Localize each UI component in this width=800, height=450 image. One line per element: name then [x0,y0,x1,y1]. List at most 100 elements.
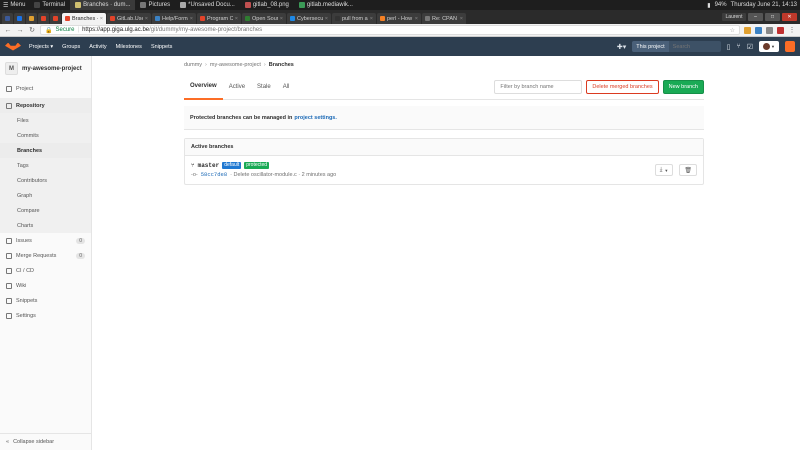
sidebar-item-merge-requests[interactable]: Merge Requests 0 [0,248,91,263]
delete-branch-button[interactable]: 🗑 [679,164,697,176]
address-bar[interactable]: 🔒 Secure | https://app.giga.ulg.ac.be/gi… [40,25,740,35]
close-tab-icon[interactable]: × [100,16,103,22]
sidebar-item-settings[interactable]: Settings [0,308,91,323]
sidebar-item-wiki[interactable]: Wiki [0,278,91,293]
sidebar-subitem-files[interactable]: Files [0,113,91,128]
download-dropdown-button[interactable]: ⤓ ▼ [654,164,674,176]
protected-badge: protected [244,162,270,169]
nav-item[interactable]: Milestones [116,44,142,50]
merge-request-icon[interactable]: ⑂ [737,43,741,50]
taskbar-item[interactable]: *Unsaved Docu... [175,0,240,10]
taskbar-item[interactable]: gitlab.mediawik... [294,0,358,10]
taskbar-item[interactable]: gitlab_08.png [240,0,294,10]
sidebar-subitem-compare[interactable]: Compare [0,203,91,218]
todo-icon[interactable]: ☑ [747,43,753,51]
sidebar-subitem-charts[interactable]: Charts [0,218,91,233]
sidebar-item-label: Project [16,85,34,92]
search-box[interactable]: This project [632,41,721,52]
clock[interactable]: Thursday June 21, 14:13 [731,2,797,8]
nav-item[interactable]: Projects ▾ [29,44,53,50]
issues-icon[interactable]: ▯ [727,43,731,51]
nav-item[interactable]: Groups [62,44,80,50]
close-tab-icon[interactable]: × [190,16,193,22]
back-icon[interactable]: ← [4,27,12,34]
sidebar-item-issues[interactable]: Issues 0 [0,233,91,248]
tab-all[interactable]: All [277,74,296,100]
forward-icon[interactable]: → [16,27,24,34]
search-scope[interactable]: This project [632,41,669,52]
taskbar-item-label: *Unsaved Docu... [188,2,235,8]
pinned-tab[interactable] [14,13,25,24]
project-settings-link[interactable]: project settings. [294,115,336,121]
browser-tab[interactable]: Help/Formatti× [152,13,196,24]
browser-tab[interactable]: Cybersecu Soft× [287,13,331,24]
nav-item[interactable]: Snippets [151,44,172,50]
tab-stale[interactable]: Stale [251,74,277,100]
favicon-icon [41,16,46,21]
browser-tab[interactable]: GitLab.Use - Gi× [107,13,151,24]
close-tab-icon[interactable]: × [235,16,238,22]
extension-icon[interactable] [766,26,773,34]
minimize-button[interactable]: – [748,13,763,21]
extension-icon[interactable] [777,26,784,34]
browser-tab-label: Open Source D [252,15,278,22]
branch-name[interactable]: master [198,162,220,169]
profile-button[interactable]: Laurent [722,13,746,21]
sidebar-project-header[interactable]: M my-awesome-project [0,56,91,81]
tab-overview[interactable]: Overview [184,74,223,100]
help-icon[interactable] [785,41,795,52]
close-tab-icon[interactable]: × [325,16,328,22]
plus-icon[interactable]: ✚▾ [617,43,626,51]
close-tab-icon[interactable]: × [460,16,463,22]
reload-icon[interactable]: ↻ [28,26,36,34]
taskbar-item[interactable]: Branches · dum... [70,0,136,10]
user-avatar-menu[interactable]: ▼ [759,41,779,52]
breadcrumb-current[interactable]: Branches [269,62,294,68]
gitlab-logo-icon[interactable] [5,42,21,51]
commit-sha[interactable]: 58cc7de8 [201,171,227,178]
close-window-button[interactable]: ✕ [782,13,797,21]
breadcrumb-item[interactable]: my-awesome-project [210,62,261,68]
tab-active[interactable]: Active [223,74,251,100]
sidebar-item-repository[interactable]: Repository [0,98,91,113]
sidebar-item-label: Wiki [16,282,27,289]
browser-tab[interactable]: pull from a coll× [332,13,376,24]
maximize-button[interactable]: □ [765,13,780,21]
taskbar-item[interactable]: Pictures [135,0,175,10]
extension-icon[interactable] [755,26,762,34]
taskbar-item[interactable]: Terminal [29,0,70,10]
sidebar-item-snippets[interactable]: Snippets [0,293,91,308]
browser-tab[interactable]: Branches · dum× [62,13,106,24]
sidebar-subitem-tags[interactable]: Tags [0,158,91,173]
close-tab-icon[interactable]: × [370,16,373,22]
os-menu-button[interactable]: ☰ Menu [0,2,29,9]
close-tab-icon[interactable]: × [280,16,283,22]
sidebar-subitem-commits[interactable]: Commits [0,128,91,143]
breadcrumb-item[interactable]: dummy [184,62,202,68]
close-tab-icon[interactable]: × [145,16,148,22]
delete-merged-branches-button[interactable]: Delete merged branches [586,79,659,94]
sidebar-item-label: Settings [16,312,36,319]
sidebar-subitem-branches[interactable]: Branches [0,143,91,158]
close-tab-icon[interactable]: × [415,16,418,22]
sidebar-item-project[interactable]: Project [0,81,91,96]
pinned-tab[interactable] [38,13,49,24]
browser-tab[interactable]: Re: CPAN pm m× [422,13,466,24]
pinned-tab[interactable] [2,13,13,24]
pinned-tab[interactable] [26,13,37,24]
nav-item[interactable]: Activity [89,44,106,50]
filter-branch-input[interactable] [494,79,583,94]
sidebar-subitem-contributors[interactable]: Contributors [0,173,91,188]
browser-tab[interactable]: Program Com× [197,13,241,24]
search-input[interactable] [668,43,721,50]
pinned-tab[interactable] [50,13,61,24]
new-branch-button[interactable]: New branch [662,79,704,94]
sidebar-item-ci-cd[interactable]: CI / CD [0,263,91,278]
bookmark-star-icon[interactable]: ☆ [730,27,735,34]
extension-icon[interactable] [744,26,751,34]
browser-tab[interactable]: perl - How can× [377,13,421,24]
sidebar-subitem-graph[interactable]: Graph [0,188,91,203]
browser-tab[interactable]: Open Source D× [242,13,286,24]
browser-menu-icon[interactable]: ⋮ [788,26,796,34]
collapse-sidebar-button[interactable]: « Collapse sidebar [0,433,92,450]
